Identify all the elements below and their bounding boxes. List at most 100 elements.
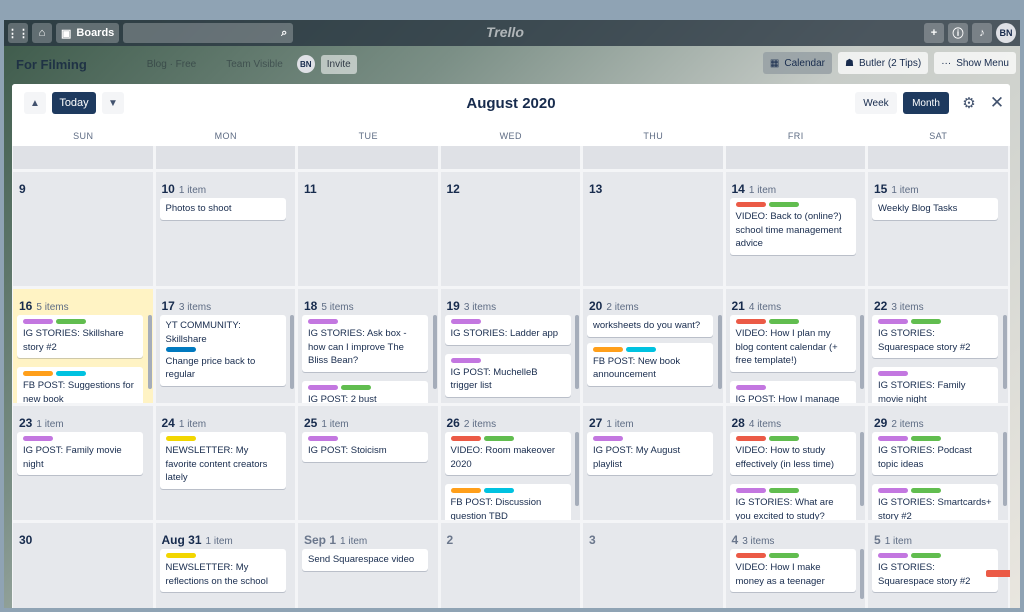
- day-cell[interactable]: 30: [13, 523, 153, 608]
- calendar-card[interactable]: FB POST: Suggestions for new book: [17, 367, 143, 403]
- apps-grid-icon[interactable]: ⋮⋮: [7, 23, 29, 43]
- calendar-card[interactable]: Change price back to regular: [159, 342, 286, 386]
- cell-scrollbar[interactable]: [575, 315, 579, 389]
- day-cell[interactable]: 16 5 items IG STORIES: Skillshare story #2…: [13, 289, 153, 403]
- day-cell[interactable]: 13: [583, 172, 723, 286]
- show-menu-button[interactable]: ··· Show Menu: [934, 52, 1016, 74]
- day-cell[interactable]: 3: [583, 523, 723, 608]
- calendar-card[interactable]: IG STORIES: Podcast topic ideas: [872, 432, 998, 475]
- day-cell[interactable]: 14 1 item VIDEO: Back to (online?) school …: [725, 172, 865, 286]
- day-cell[interactable]: 2: [440, 523, 580, 608]
- day-cell[interactable]: 22 3 items IG STORIES: Squarespace story #…: [868, 289, 1008, 403]
- cell-scrollbar[interactable]: [717, 315, 722, 389]
- cell-scrollbar[interactable]: [432, 315, 437, 389]
- calendar-card[interactable]: VIDEO: Back to (online?) school time man…: [729, 198, 856, 255]
- day-cell[interactable]: 24 1 item NEWSLETTER: My favorite content …: [155, 406, 295, 520]
- info-icon[interactable]: ⓘ: [948, 23, 968, 43]
- day-cell[interactable]: Sep 11 item Send Squarespace video: [298, 523, 438, 608]
- day-cell[interactable]: [155, 146, 295, 169]
- butler-button[interactable]: ☗ Butler (2 Tips): [837, 52, 929, 74]
- calendar-card[interactable]: IG POST: Stoicism: [302, 432, 428, 462]
- day-cell[interactable]: 21 4 items VIDEO: How I plan my blog conte…: [725, 289, 865, 403]
- day-cell[interactable]: 25 1 item IG POST: Stoicism: [298, 406, 438, 520]
- day-cell[interactable]: Aug 31 1 item NEWSLETTER: My reflections o…: [155, 523, 295, 608]
- cell-scrollbar[interactable]: [860, 315, 864, 389]
- notification-bell-icon[interactable]: ♪: [972, 23, 992, 43]
- cell-scrollbar[interactable]: [290, 315, 294, 389]
- day-cell[interactable]: 23 1 item IG POST: Family movie night: [13, 406, 153, 520]
- board-name[interactable]: For Filming: [16, 57, 87, 72]
- gear-icon[interactable]: ⚙: [960, 92, 978, 114]
- day-cell[interactable]: [13, 146, 153, 169]
- cell-scrollbar[interactable]: [1002, 432, 1007, 506]
- calendar-card[interactable]: NEWSLETTER: My reflections on the school: [159, 549, 286, 592]
- calendar-card[interactable]: IG STORIES: Ask box - how can I improve …: [302, 315, 428, 372]
- day-cell[interactable]: [298, 146, 438, 169]
- day-cell[interactable]: [725, 146, 865, 169]
- calendar-card[interactable]: Send Squarespace video: [302, 549, 428, 571]
- close-icon[interactable]: ✕: [988, 92, 1006, 114]
- board-visibility[interactable]: Team Visible: [226, 59, 283, 70]
- card-labels: [735, 436, 850, 441]
- boards-button[interactable]: ▣ Boards: [56, 23, 120, 43]
- calendar-card[interactable]: IG POST: Family movie night: [17, 432, 143, 475]
- day-cell[interactable]: 18 5 items IG STORIES: Ask box - how can I…: [298, 289, 438, 403]
- board-workspace[interactable]: Blog · Free: [147, 59, 196, 70]
- calendar-card[interactable]: IG POST: How I manage: [729, 380, 856, 403]
- cell-scrollbar[interactable]: [860, 549, 864, 599]
- calendar-card[interactable]: VIDEO: How I plan my blog content calend…: [729, 315, 856, 372]
- day-cell[interactable]: 51 item IG STORIES: Squarespace story #2: [868, 523, 1008, 608]
- member-avatar[interactable]: BN: [296, 55, 315, 73]
- day-cell[interactable]: [440, 146, 580, 169]
- calendar-card[interactable]: worksheets do you want?: [587, 315, 713, 337]
- day-cell[interactable]: 19 3 items IG STORIES: Ladder app IG POST: …: [440, 289, 580, 403]
- calendar-card[interactable]: NEWSLETTER: My favorite content creators…: [159, 432, 286, 489]
- calendar-card[interactable]: FB POST: New book announcement: [587, 342, 713, 386]
- day-header: Aug 31 1 item: [162, 533, 233, 547]
- week-view-button[interactable]: Week: [855, 92, 897, 114]
- cell-scrollbar[interactable]: [147, 315, 152, 389]
- create-plus-icon[interactable]: +: [924, 23, 944, 43]
- search-input[interactable]: ⌕: [123, 23, 294, 43]
- cell-scrollbar[interactable]: [860, 432, 864, 506]
- calendar-card[interactable]: Photos to shoot: [159, 198, 286, 220]
- cell-scrollbar[interactable]: [1002, 315, 1007, 389]
- calendar-card[interactable]: VIDEO: Room makeover 2020: [444, 432, 571, 475]
- calendar-card[interactable]: VIDEO: How to study effectively (in less…: [729, 432, 856, 475]
- day-cell[interactable]: 28 4 items VIDEO: How to study effectively…: [725, 406, 865, 520]
- calendar-card[interactable]: IG POST: MuchelleB trigger list: [444, 353, 571, 397]
- day-cell[interactable]: 43 items VIDEO: How I make money as a tee…: [725, 523, 865, 608]
- day-cell[interactable]: [583, 146, 723, 169]
- day-cell[interactable]: 27 1 item IG POST: My August playlist: [583, 406, 723, 520]
- calendar-button[interactable]: ▦ Calendar: [762, 52, 832, 74]
- day-cell[interactable]: 9: [13, 172, 153, 286]
- home-icon[interactable]: ⌂: [32, 23, 52, 43]
- calendar-card[interactable]: IG STORIES: Smartcards+ story #2: [872, 484, 998, 520]
- day-cell[interactable]: 20 2 items worksheets do you want? FB POST:…: [583, 289, 723, 403]
- day-number: 25: [304, 416, 318, 430]
- calendar-card[interactable]: IG STORIES: Squarespace story #2: [872, 315, 998, 358]
- calendar-card[interactable]: IG STORIES: Skillshare story #2: [17, 315, 143, 358]
- top-nav-bar: ⋮⋮ ⌂ ▣ Boards ⌕ Trello + ⓘ ♪ BN: [4, 20, 1020, 46]
- calendar-card[interactable]: VIDEO: How I make money as a teenager: [729, 549, 856, 592]
- user-avatar[interactable]: BN: [996, 23, 1016, 43]
- cell-scrollbar[interactable]: [575, 432, 579, 506]
- month-view-button[interactable]: Month: [903, 92, 949, 114]
- calendar-card[interactable]: IG STORIES: What are you excited to stud…: [729, 484, 856, 520]
- day-cell[interactable]: 26 2 items VIDEO: Room makeover 2020 FB POS…: [440, 406, 580, 520]
- day-cell[interactable]: 10 1 item Photos to shoot: [155, 172, 295, 286]
- calendar-card[interactable]: IG STORIES: Family movie night: [872, 367, 998, 403]
- day-cell[interactable]: 12: [440, 172, 580, 286]
- day-cell[interactable]: 17 3 items YT COMMUNITY: Skillshare Change …: [155, 289, 295, 403]
- calendar-card[interactable]: IG POST: 2 bust: [302, 380, 428, 403]
- day-cell[interactable]: 29 2 items IG STORIES: Podcast topic ideas…: [868, 406, 1008, 520]
- calendar-card[interactable]: IG STORIES: Ladder app: [444, 315, 571, 345]
- calendar-card[interactable]: IG STORIES: Squarespace story #2: [872, 549, 998, 592]
- calendar-card[interactable]: FB POST: Discussion question TBD: [444, 484, 571, 520]
- invite-button[interactable]: Invite: [320, 54, 357, 74]
- day-cell[interactable]: 15 1 item Weekly Blog Tasks: [868, 172, 1008, 286]
- calendar-card[interactable]: IG POST: My August playlist: [587, 432, 713, 475]
- day-cell[interactable]: 11: [298, 172, 438, 286]
- day-cell[interactable]: [868, 146, 1008, 169]
- calendar-card[interactable]: Weekly Blog Tasks: [872, 198, 998, 220]
